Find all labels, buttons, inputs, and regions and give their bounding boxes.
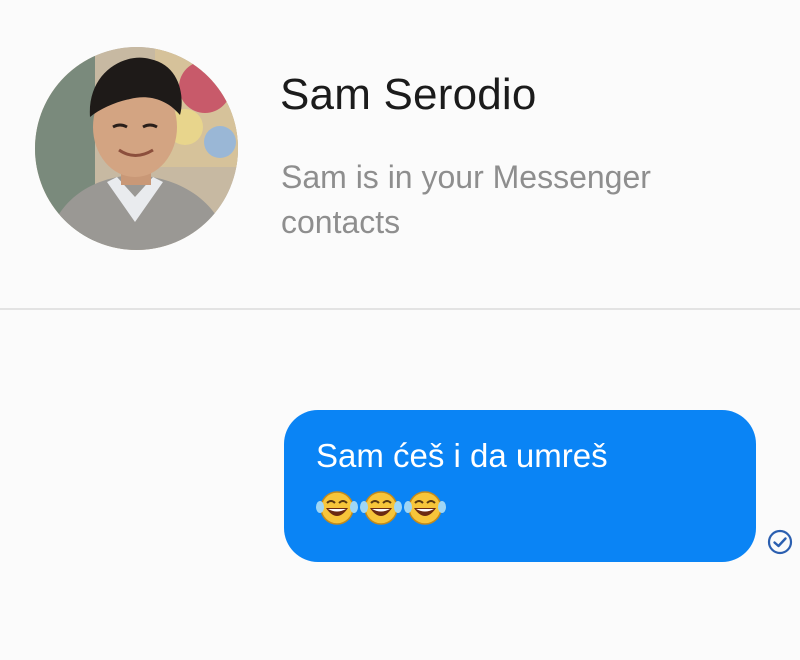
face-with-tears-of-joy-icon — [404, 491, 446, 525]
profile-photo-icon — [35, 47, 238, 250]
face-with-tears-of-joy-icon — [316, 491, 358, 525]
sent-check-icon — [767, 529, 793, 555]
outgoing-message-bubble[interactable]: Sam ćeš i da umreš — [284, 410, 756, 562]
header-divider — [0, 308, 800, 310]
message-text: Sam ćeš i da umreš — [316, 437, 608, 474]
contact-avatar[interactable] — [35, 47, 238, 250]
face-with-tears-of-joy-icon — [360, 491, 402, 525]
contact-name: Sam Serodio — [280, 70, 537, 119]
message-emoji-row — [316, 490, 724, 526]
messenger-screen: Sam Serodio Sam is in your Messenger con… — [0, 0, 800, 660]
contact-header: Sam Serodio Sam is in your Messenger con… — [0, 0, 800, 308]
contact-status: Sam is in your Messenger contacts — [281, 159, 651, 240]
